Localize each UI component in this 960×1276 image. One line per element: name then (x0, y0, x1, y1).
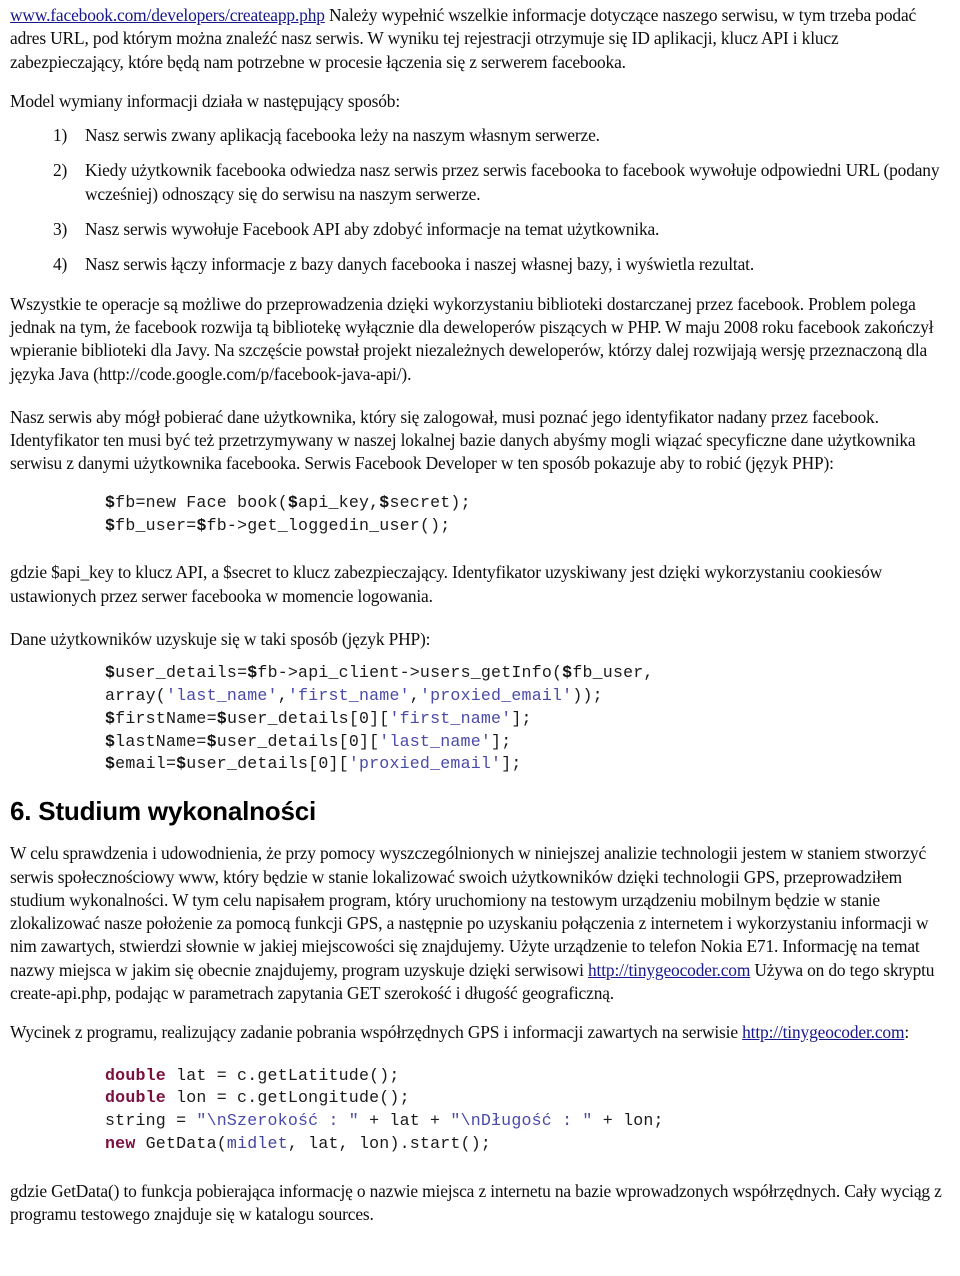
php-code-block-1: $fb=new Face book($api_key,$secret); $fb… (105, 492, 471, 535)
list-item: 3) Nasz serwis wywołuje Facebook API aby… (10, 218, 946, 241)
list-item-text: Nasz serwis łączy informacje z bazy dany… (85, 254, 755, 275)
php-variable-apikey: $ (287, 492, 299, 512)
list-item-text: Nasz serwis zwany aplikacją facebooka le… (85, 125, 600, 146)
list-marker: 3) (53, 219, 68, 240)
library-paragraph: Wszystkie te operacje są możliwe do prze… (10, 293, 934, 384)
php-variable-fb: $ (105, 492, 116, 512)
page-title: 6. Studium wykonalności (10, 796, 317, 827)
list-item: 2) Kiedy użytkownik facebooka odwiedza n… (10, 159, 946, 206)
excerpt-text-part-2: : (904, 1022, 910, 1043)
userdata-paragraph: Dane użytkowników uzyskuje się w taki sp… (10, 628, 431, 649)
list-item-text: Nasz serwis wywołuje Facebook API aby zd… (85, 219, 660, 240)
java-identifier-midlet: midlet (226, 1133, 288, 1153)
intro-paragraph: www.facebook.com/developers/createapp.ph… (10, 4, 946, 74)
list-item: 1) Nasz serwis zwany aplikacją facebooka… (10, 124, 946, 147)
php-var-sigil: $ (216, 708, 227, 728)
identifier-paragraph: Nasz serwis aby mógł pobierać dane użytk… (10, 406, 916, 474)
tinygeocoder-link-2[interactable]: http://tinygeocoder.com (742, 1022, 904, 1042)
php-string-firstname: 'first_name' (287, 686, 410, 706)
php-string-lastname: 'last_name' (165, 686, 278, 706)
excerpt-paragraph: Wycinek z programu, realizujący zadanie … (10, 1021, 946, 1044)
list-marker: 1) (53, 125, 68, 146)
java-string-dlugosc: "\nDługość : " (450, 1111, 593, 1131)
excerpt-text-part-1: Wycinek z programu, realizujący zadanie … (10, 1022, 743, 1043)
php-var-sigil: $ (206, 731, 217, 751)
php-string-proxiedemail: 'proxied_email' (419, 686, 573, 706)
model-intro-paragraph: Model wymiany informacji działa w następ… (10, 90, 401, 111)
java-keyword-double: double (105, 1065, 166, 1085)
facebook-createapp-link[interactable]: www.facebook.com/developers/createapp.ph… (10, 5, 325, 25)
php-var-sigil: $ (105, 754, 116, 774)
php-var-sigil: $ (105, 731, 116, 751)
java-keyword-double-2: double (105, 1088, 166, 1108)
java-code-block: double lat = c.getLatitude(); double lon… (105, 1065, 664, 1153)
java-string-szerokosc: "\nSzerokość : " (196, 1111, 359, 1131)
php-string-proxiedemail2: 'proxied_email' (348, 754, 502, 774)
php-var-sigil: $ (176, 754, 187, 774)
php-string-firstname2: 'first_name' (389, 708, 512, 728)
php-var-sigil: $ (105, 708, 116, 728)
php-var-sigil: $ (562, 663, 573, 683)
php-string-lastname2: 'last_name' (379, 731, 492, 751)
php-variable-fb2: $ (196, 515, 207, 535)
list-marker: 4) (53, 254, 68, 275)
php-var-sigil: $ (105, 663, 116, 683)
java-keyword-new: new (105, 1133, 136, 1153)
exchange-model-list: 1) Nasz serwis zwany aplikacją facebooka… (10, 124, 946, 276)
getdata-paragraph: gdzie GetData() to funkcja pobierająca i… (10, 1180, 942, 1225)
list-item-text: Kiedy użytkownik facebooka odwiedza nasz… (85, 160, 940, 204)
feasibility-paragraph: W celu sprawdzenia i udowodnienia, że pr… (10, 842, 946, 1005)
php-variable-fbuser: $ (105, 515, 116, 535)
list-item: 4) Nasz serwis łączy informacje z bazy d… (10, 253, 946, 276)
tinygeocoder-link-1[interactable]: http://tinygeocoder.com (588, 960, 750, 980)
document-page: www.facebook.com/developers/createapp.ph… (0, 0, 960, 1276)
list-marker: 2) (53, 160, 68, 181)
keys-paragraph: gdzie $api_key to klucz API, a $secret t… (10, 562, 883, 606)
php-var-sigil: $ (247, 663, 258, 683)
php-code-block-2: $user_details=$fb->api_client->users_get… (105, 663, 654, 774)
php-variable-secret: $ (379, 492, 390, 512)
